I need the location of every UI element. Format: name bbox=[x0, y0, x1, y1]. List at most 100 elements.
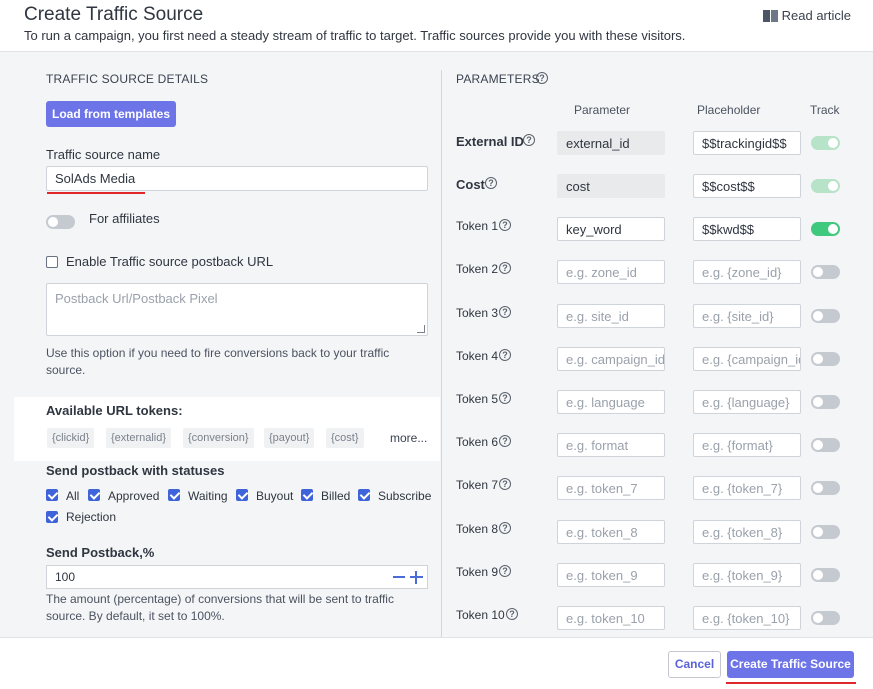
placeholder-input[interactable]: e.g. {site_id} bbox=[693, 304, 801, 328]
enable-postback-label: Enable Traffic source postback URL bbox=[66, 254, 274, 269]
status-checkbox-approved[interactable] bbox=[88, 489, 100, 501]
status-checkbox-subscribe[interactable] bbox=[358, 489, 370, 501]
parameter-input[interactable]: e.g. language bbox=[557, 390, 665, 414]
page-title: Create Traffic Source bbox=[24, 4, 204, 25]
param-row-label: Token 2 bbox=[456, 262, 499, 276]
track-toggle[interactable] bbox=[811, 611, 840, 625]
placeholder-input[interactable]: $$cost$$ bbox=[693, 174, 801, 198]
placeholder-input[interactable]: e.g. {token_8} bbox=[693, 520, 801, 544]
create-underline-annotation bbox=[726, 682, 856, 684]
parameter-input[interactable]: e.g. format bbox=[557, 433, 665, 457]
param-row-label: Token 7 bbox=[456, 478, 499, 492]
status-checkbox-waiting[interactable] bbox=[168, 489, 180, 501]
placeholder-input[interactable]: e.g. {token_7} bbox=[693, 476, 801, 500]
create-traffic-source-button[interactable]: Create Traffic Source bbox=[727, 651, 854, 678]
track-toggle[interactable] bbox=[811, 265, 840, 279]
details-panel: TRAFFIC SOURCE DETAILS Load from templat… bbox=[0, 52, 441, 637]
postback-help-text: Use this option if you need to fire conv… bbox=[46, 346, 390, 377]
param-row-label: Token 8 bbox=[456, 522, 499, 536]
status-label: All bbox=[66, 489, 80, 503]
minus-icon[interactable] bbox=[393, 576, 405, 578]
modal-body[interactable]: TRAFFIC SOURCE DETAILS Load from templat… bbox=[0, 52, 873, 637]
placeholder-input[interactable]: e.g. {zone_id} bbox=[693, 260, 801, 284]
placeholder-input[interactable]: $$trackingid$$ bbox=[693, 131, 801, 155]
parameter-input[interactable]: e.g. token_10 bbox=[557, 606, 665, 630]
help-icon[interactable]: ? bbox=[499, 565, 511, 577]
modal-header: Create Traffic Source To run a campaign,… bbox=[0, 0, 873, 52]
token-chip[interactable]: {clickid} bbox=[47, 428, 95, 448]
help-icon[interactable]: ? bbox=[523, 134, 535, 146]
parameter-input[interactable]: key_word bbox=[557, 217, 665, 241]
enable-postback-checkbox[interactable] bbox=[46, 256, 58, 268]
help-icon[interactable]: ? bbox=[536, 72, 548, 84]
status-label: Buyout bbox=[256, 489, 294, 503]
placeholder-input[interactable]: e.g. {token_10} bbox=[693, 606, 801, 630]
read-article-link[interactable]: Read article bbox=[762, 8, 851, 23]
help-icon[interactable]: ? bbox=[506, 608, 518, 620]
help-icon[interactable]: ? bbox=[499, 435, 511, 447]
track-toggle[interactable] bbox=[811, 309, 840, 323]
placeholder-input[interactable]: e.g. {format} bbox=[693, 433, 801, 457]
param-row-label: Token 3 bbox=[456, 306, 499, 320]
parameter-input: external_id bbox=[557, 131, 665, 155]
token-chip[interactable]: {payout} bbox=[264, 428, 315, 448]
traffic-source-name-input[interactable]: SolAds Media bbox=[46, 166, 428, 191]
statuses-label: Send postback with statuses bbox=[46, 463, 225, 478]
token-chip[interactable]: {conversion} bbox=[183, 428, 254, 448]
param-row-label: Token 6 bbox=[456, 435, 499, 449]
load-from-templates-button[interactable]: Load from templates bbox=[46, 101, 176, 127]
track-toggle[interactable] bbox=[811, 222, 840, 236]
help-icon[interactable]: ? bbox=[499, 349, 511, 361]
track-toggle[interactable] bbox=[811, 438, 840, 452]
parameter-input[interactable]: e.g. token_8 bbox=[557, 520, 665, 544]
help-icon[interactable]: ? bbox=[499, 262, 511, 274]
status-label: Approved bbox=[108, 489, 160, 503]
help-icon[interactable]: ? bbox=[499, 219, 511, 231]
track-toggle[interactable] bbox=[811, 568, 840, 582]
placeholder-input[interactable]: e.g. {token_9} bbox=[693, 563, 801, 587]
more-tokens-link[interactable]: more... bbox=[390, 431, 427, 445]
parameter-input[interactable]: e.g. token_9 bbox=[557, 563, 665, 587]
placeholder-input[interactable]: $$kwd$$ bbox=[693, 217, 801, 241]
help-icon[interactable]: ? bbox=[485, 177, 497, 189]
param-row-label: Token 9 bbox=[456, 565, 499, 579]
token-chip[interactable]: {externalid} bbox=[106, 428, 172, 448]
parameter-input[interactable]: e.g. site_id bbox=[557, 304, 665, 328]
status-checkbox-buyout[interactable] bbox=[236, 489, 248, 501]
track-toggle[interactable] bbox=[811, 481, 840, 495]
status-checkbox-rejection[interactable] bbox=[46, 511, 58, 523]
placeholder-input[interactable]: e.g. {campaign_id} bbox=[693, 347, 801, 371]
parameter-input: cost bbox=[557, 174, 665, 198]
name-underline-annotation bbox=[47, 192, 145, 194]
parameter-input[interactable]: e.g. token_7 bbox=[557, 476, 665, 500]
status-checkbox-billed[interactable] bbox=[301, 489, 313, 501]
token-chip[interactable]: {cost} bbox=[326, 428, 364, 448]
param-row-label: Token 10 bbox=[456, 608, 505, 622]
placeholder-input[interactable]: e.g. {language} bbox=[693, 390, 801, 414]
param-row-label: Token 4 bbox=[456, 349, 499, 363]
help-icon[interactable]: ? bbox=[499, 306, 511, 318]
param-row-label: Cost bbox=[456, 177, 485, 192]
cancel-button[interactable]: Cancel bbox=[668, 651, 721, 678]
traffic-source-name-label: Traffic source name bbox=[46, 147, 161, 162]
track-toggle bbox=[811, 136, 840, 150]
col-header-parameter: Parameter bbox=[574, 103, 631, 117]
parameter-input[interactable]: e.g. zone_id bbox=[557, 260, 665, 284]
track-toggle bbox=[811, 179, 840, 193]
postback-url-textarea[interactable]: Postback Url/Postback Pixel bbox=[46, 283, 428, 336]
page-subtitle: To run a campaign, you first need a stea… bbox=[24, 28, 686, 43]
plus-icon[interactable] bbox=[410, 571, 423, 584]
help-icon[interactable]: ? bbox=[499, 522, 511, 534]
track-toggle[interactable] bbox=[811, 525, 840, 539]
help-icon[interactable]: ? bbox=[499, 392, 511, 404]
send-postback-percent-label: Send Postback,% bbox=[46, 545, 155, 560]
resize-handle-icon[interactable] bbox=[417, 325, 425, 333]
parameter-input[interactable]: e.g. campaign_id bbox=[557, 347, 665, 371]
details-section-title: TRAFFIC SOURCE DETAILS bbox=[46, 72, 209, 86]
status-checkbox-all[interactable] bbox=[46, 489, 58, 501]
help-icon[interactable]: ? bbox=[499, 478, 511, 490]
track-toggle[interactable] bbox=[811, 352, 840, 366]
track-toggle[interactable] bbox=[811, 395, 840, 409]
send-postback-percent-input[interactable]: 100 bbox=[46, 565, 428, 589]
for-affiliates-toggle[interactable] bbox=[46, 215, 75, 229]
